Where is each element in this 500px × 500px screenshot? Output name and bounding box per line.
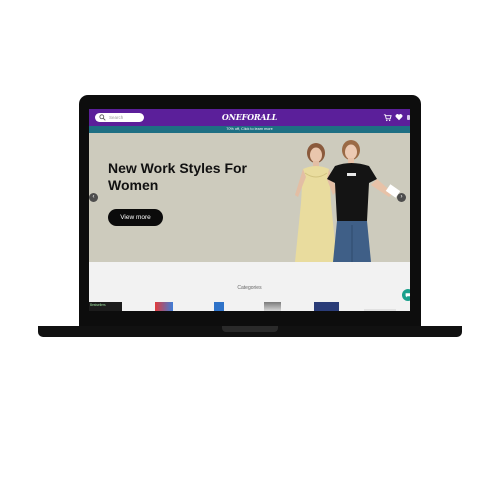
chevron-right-icon: › <box>400 194 403 200</box>
header-edge-item <box>407 115 410 120</box>
view-more-button[interactable]: View more <box>108 209 163 226</box>
category-item-bestsellers[interactable]: Bestsellers <box>89 302 122 311</box>
hero-title-line2: Women <box>108 177 159 193</box>
site-logo[interactable]: ONEFORALL <box>89 112 410 122</box>
laptop-notch <box>222 326 278 332</box>
promo-banner[interactable]: 70% off, Click to learn more <box>89 126 410 133</box>
site-header: Search ONEFORALL <box>89 109 410 126</box>
carousel-prev-button[interactable]: ‹ <box>89 193 98 202</box>
categories-heading: Categories <box>237 285 262 291</box>
category-item[interactable] <box>314 302 339 311</box>
laptop-screen: Search ONEFORALL 70% off, Click to learn… <box>89 109 410 311</box>
category-item[interactable] <box>264 302 281 311</box>
chevron-left-icon: ‹ <box>92 194 95 200</box>
category-item[interactable] <box>364 309 396 311</box>
hero-models-image <box>295 140 401 262</box>
heart-icon[interactable] <box>395 113 403 121</box>
chat-button[interactable] <box>402 289 410 301</box>
category-item[interactable] <box>155 302 173 311</box>
hero-carousel: New Work Styles For Women View more ‹ › <box>89 133 410 262</box>
hero-title-line1: New Work Styles For <box>108 160 248 176</box>
carousel-next-button[interactable]: › <box>397 193 406 202</box>
category-tag: Bestsellers <box>90 303 106 307</box>
hero-title: New Work Styles For Women <box>108 160 268 194</box>
chat-icon <box>405 293 410 298</box>
carousel-indicators <box>239 256 254 260</box>
category-item[interactable] <box>214 302 224 311</box>
categories-strip: Bestsellers <box>89 302 410 311</box>
cart-icon[interactable] <box>383 113 392 122</box>
